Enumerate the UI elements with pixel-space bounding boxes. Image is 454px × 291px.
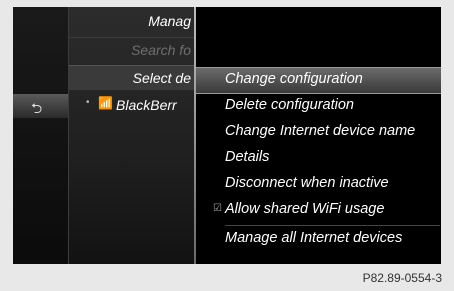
menu-item-disconnect-when-inactive[interactable]: Disconnect when inactive [196, 172, 441, 197]
panel-title: Manag [69, 7, 195, 37]
back-arrow-icon: ⮌ [31, 101, 43, 117]
search-field[interactable]: Search fo [69, 38, 195, 62]
menu-item-allow-shared-wifi-usage[interactable]: ☑ Allow shared WiFi usage [196, 198, 441, 223]
back-button[interactable]: ⮌ [13, 94, 68, 118]
select-device-row[interactable]: Select de [69, 65, 195, 90]
select-device-label: Select de [132, 70, 191, 86]
panel-title-text: Manag [148, 13, 191, 29]
menu-item-delete-configuration[interactable]: Delete configuration [196, 94, 441, 119]
menu-item-label: Allow shared WiFi usage [225, 201, 385, 217]
search-placeholder: Search fo [131, 42, 191, 58]
left-strip [13, 7, 68, 264]
phone-signal-icon: 📶 [98, 96, 113, 110]
menu-item-details[interactable]: Details [196, 146, 441, 171]
menu-item-label: Details [225, 149, 270, 165]
head-unit-screen: ⮌ Manag Search fo Select de • 📶 BlackBer… [13, 7, 441, 264]
menu-item-change-internet-device-name[interactable]: Change Internet device name [196, 120, 441, 145]
checkbox-checked-icon[interactable]: ☑ [213, 203, 222, 214]
device-name: BlackBerr [116, 97, 177, 113]
options-menu: Change configuration Delete configuratio… [196, 7, 441, 264]
menu-item-change-configuration[interactable]: Change configuration [196, 67, 441, 94]
menu-separator [225, 225, 440, 226]
menu-item-label: Delete configuration [225, 97, 354, 113]
figure-caption: P82.89-0554-3 [362, 271, 442, 285]
internet-devices-panel: Manag Search fo Select de • 📶 BlackBerr [68, 7, 195, 264]
device-list-item[interactable]: • 📶 BlackBerr [69, 94, 195, 118]
menu-item-label: Change Internet device name [225, 123, 416, 139]
menu-item-label: Disconnect when inactive [225, 175, 389, 191]
menu-item-label: Manage all Internet devices [225, 230, 403, 246]
bullet-icon: • [86, 97, 90, 108]
menu-item-manage-all-internet-devices[interactable]: Manage all Internet devices [196, 227, 441, 252]
menu-item-label: Change configuration [225, 71, 363, 87]
